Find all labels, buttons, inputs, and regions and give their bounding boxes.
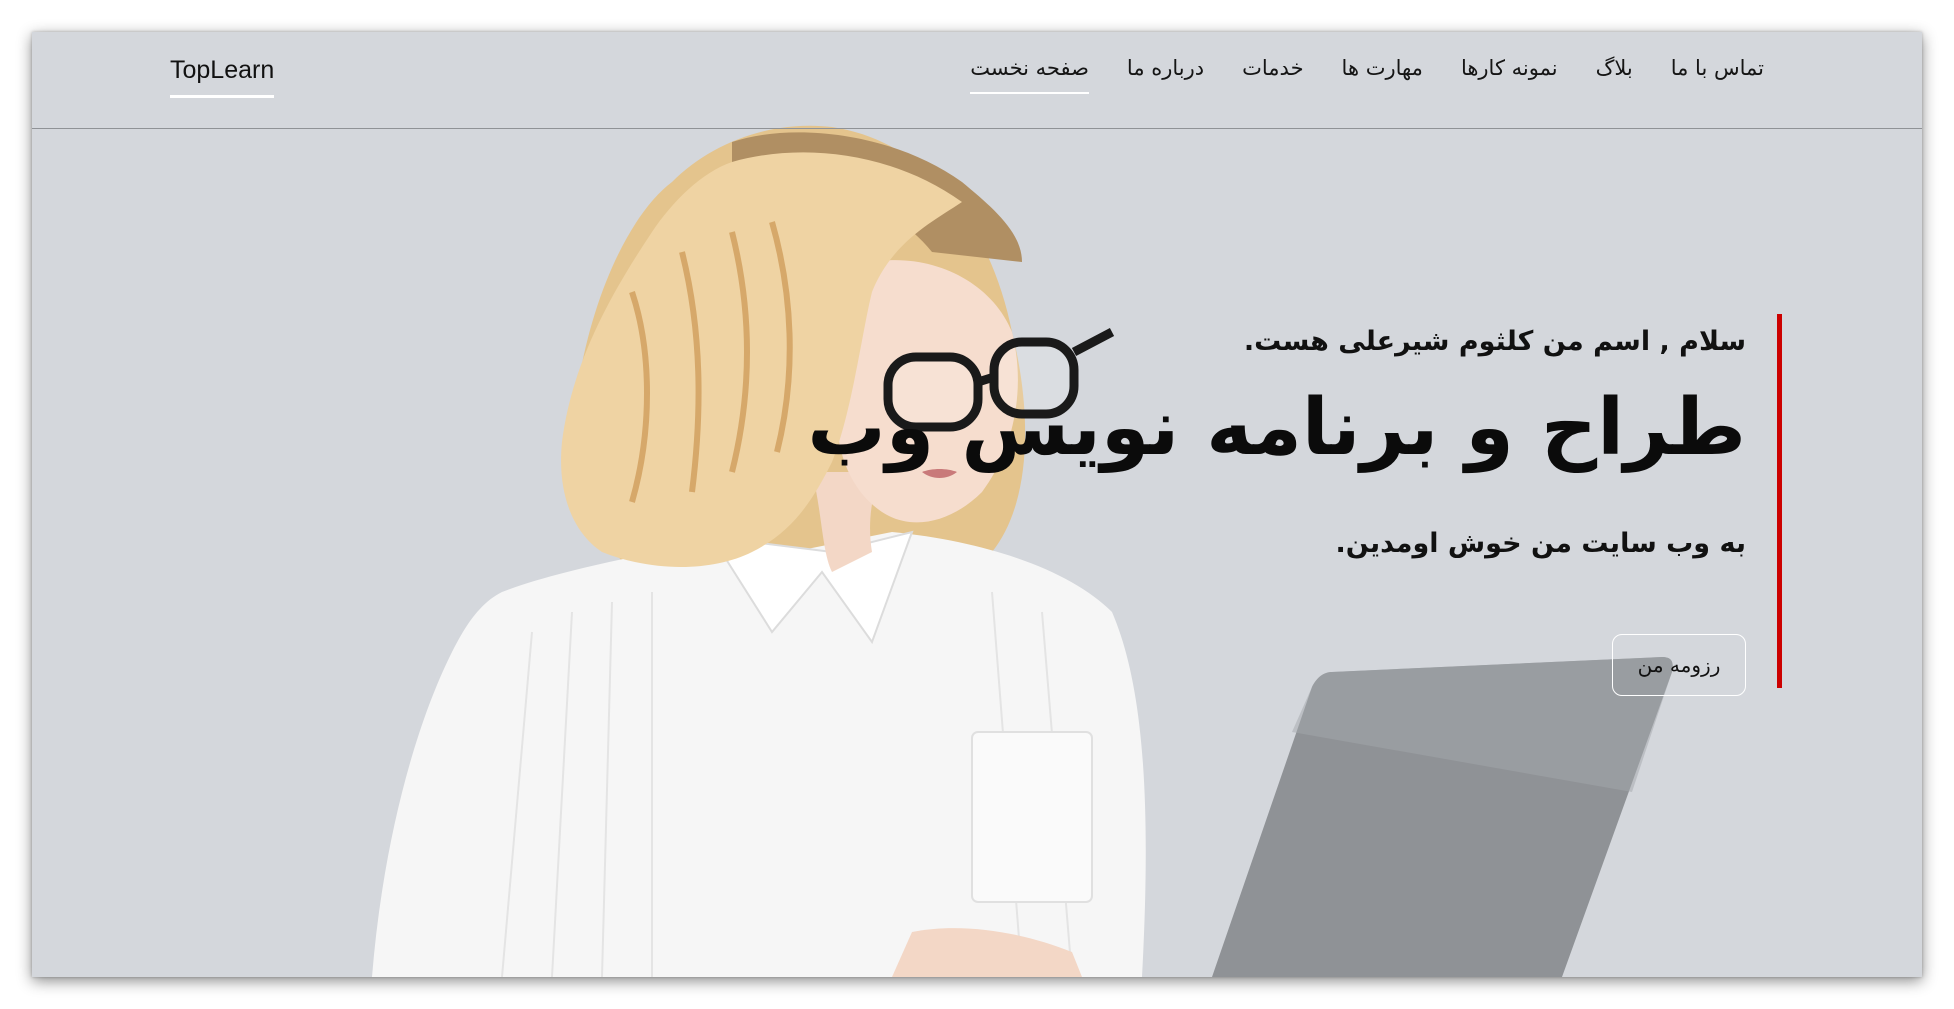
brand-logo[interactable]: TopLearn	[170, 56, 275, 98]
hero-accent-bar	[1777, 314, 1782, 688]
nav-item-skills[interactable]: مهارت ها	[1342, 56, 1423, 94]
nav-item-contact[interactable]: تماس با ما	[1671, 56, 1764, 94]
top-navbar: TopLearn صفحه نخست درباره ما خدمات مهارت…	[32, 32, 1922, 129]
hero-welcome: به وب سایت من خوش اومدین.	[1335, 528, 1746, 559]
hero-headline: طراح و برنامه نویس وب	[807, 383, 1746, 473]
main-nav: صفحه نخست درباره ما خدمات مهارت ها نمونه…	[970, 56, 1764, 94]
nav-item-blog[interactable]: بلاگ	[1596, 56, 1633, 94]
hero-greeting: سلام , اسم من کلثوم شیرعلی هست.	[1243, 326, 1746, 357]
hero-text-block: سلام , اسم من کلثوم شیرعلی هست. طراح و ب…	[807, 314, 1746, 696]
nav-item-services[interactable]: خدمات	[1242, 56, 1303, 94]
nav-item-portfolio[interactable]: نمونه کارها	[1461, 56, 1558, 94]
page-frame: TopLearn صفحه نخست درباره ما خدمات مهارت…	[32, 32, 1922, 977]
resume-button[interactable]: رزومه من	[1612, 634, 1746, 696]
nav-item-about[interactable]: درباره ما	[1127, 56, 1204, 94]
nav-item-home[interactable]: صفحه نخست	[970, 56, 1089, 94]
